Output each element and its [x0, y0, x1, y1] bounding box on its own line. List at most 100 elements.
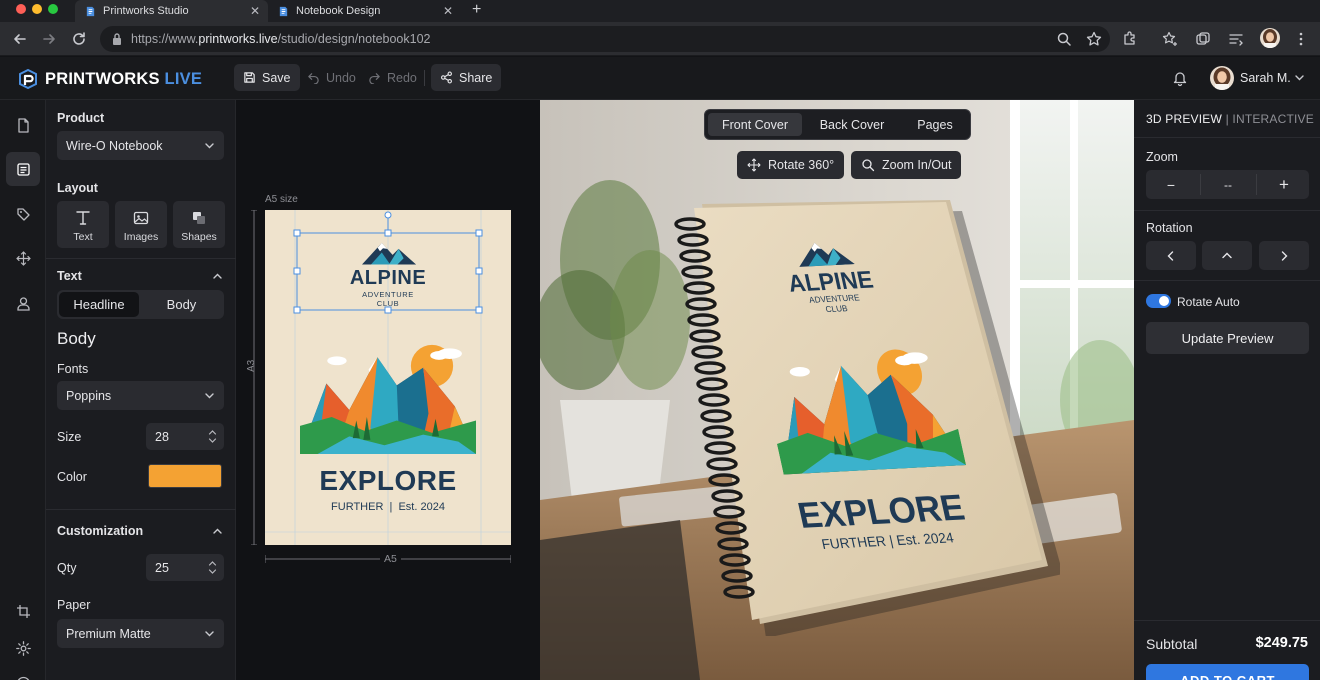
stepper-arrows-icon[interactable]: [208, 427, 217, 446]
rail-tags[interactable]: [12, 203, 34, 225]
star-icon[interactable]: [1085, 30, 1103, 48]
text-style-segmented-control: Headline Body: [57, 290, 224, 319]
preview-stage[interactable]: ALPINE ADVENTURE CLUB EXPLORE FURTHER | …: [540, 100, 1134, 680]
panel-divider: [1134, 280, 1320, 281]
zoom-in-out-button[interactable]: Zoom In/Out: [851, 151, 962, 179]
close-tab-icon[interactable]: ✕: [250, 4, 260, 18]
shapes-tool-button[interactable]: Shapes: [173, 201, 225, 248]
reading-list-icon[interactable]: [1227, 30, 1245, 48]
user-name[interactable]: Sarah M.: [1240, 71, 1291, 85]
add-to-cart-button[interactable]: ADD TO CART: [1146, 664, 1309, 680]
chevron-up-icon[interactable]: [212, 526, 223, 537]
browser-tab-printworks[interactable]: Printworks Studio ✕: [75, 0, 268, 22]
shapes-tool-label: Shapes: [181, 231, 217, 243]
section-divider: [46, 509, 236, 510]
browser-tab-notebook[interactable]: Notebook Design ✕: [268, 0, 461, 22]
fonts-label: Fonts: [57, 362, 89, 376]
rail-user[interactable]: [12, 292, 34, 314]
rotate-auto-toggle[interactable]: [1146, 294, 1171, 308]
rail-crop[interactable]: [12, 600, 34, 622]
shapes-icon: [193, 212, 205, 224]
text-tool-button[interactable]: Text: [57, 201, 109, 248]
color-swatch[interactable]: [148, 464, 222, 488]
maximize-window-button[interactable]: [48, 4, 58, 14]
selection-box[interactable]: [265, 210, 511, 545]
printworks-favicon-icon: [279, 6, 288, 16]
canvas-size-caption: A5 size: [265, 194, 298, 205]
search-icon[interactable]: [1055, 30, 1073, 48]
redo-icon: [369, 73, 380, 84]
update-preview-button[interactable]: Update Preview: [1146, 322, 1309, 354]
product-value: Wire-O Notebook: [66, 138, 163, 153]
panel-divider: [1134, 620, 1320, 621]
product-select[interactable]: Wire-O Notebook: [57, 131, 224, 160]
minimize-window-button[interactable]: [32, 4, 42, 14]
segment-body[interactable]: Body: [141, 292, 222, 317]
close-tab-icon[interactable]: ✕: [443, 4, 453, 18]
undo-label: Undo: [326, 70, 356, 85]
text-style-heading: Body: [57, 329, 96, 348]
rotate-right-button[interactable]: [1259, 241, 1309, 270]
back-arrow-icon[interactable]: [11, 30, 29, 48]
text-section-label: Text: [57, 269, 82, 283]
app-header: PRINTWORKS LIVE Save Undo Redo Share Sar…: [0, 57, 1320, 100]
chevron-up-icon[interactable]: [212, 271, 223, 282]
chevron-down-icon: [205, 631, 214, 637]
preview-panel-title: 3D PREVIEW | INTERACTIVE: [1146, 112, 1314, 126]
browser-profile-avatar[interactable]: [1260, 28, 1280, 48]
printworks-logo-icon: [19, 68, 37, 90]
rail-move[interactable]: [12, 247, 34, 269]
rotate-360-button[interactable]: Rotate 360°: [737, 151, 845, 179]
tab-pages[interactable]: Pages: [902, 113, 968, 136]
customization-label: Customization: [57, 524, 144, 538]
segment-headline[interactable]: Headline: [59, 292, 139, 317]
help-icon: [17, 676, 29, 680]
reload-icon[interactable]: [70, 30, 88, 48]
rail-documents[interactable]: [12, 114, 34, 136]
undo-button[interactable]: Undo: [298, 64, 365, 91]
zoom-out-button[interactable]: −: [1146, 170, 1196, 199]
images-tool-button[interactable]: Images: [115, 201, 167, 248]
redo-button[interactable]: Redo: [359, 64, 426, 91]
rail-layout[interactable]: [6, 152, 40, 186]
chevron-up-icon: [1222, 252, 1232, 258]
subtotal-label: Subtotal: [1146, 636, 1198, 652]
qty-stepper[interactable]: 25: [146, 554, 224, 581]
forward-arrow-icon[interactable]: [40, 30, 58, 48]
notification-bell-icon[interactable]: [1171, 69, 1189, 87]
paper-select[interactable]: Premium Matte: [57, 619, 224, 648]
tab-title: Printworks Studio: [103, 5, 189, 17]
zoom-control: − -- +: [1146, 170, 1309, 199]
new-tab-icon[interactable]: +: [472, 0, 481, 22]
rotate-left-button[interactable]: [1146, 241, 1196, 270]
address-bar[interactable]: https://www.printworks.live/studio/desig…: [100, 26, 1110, 52]
svg-text:CLUB: CLUB: [825, 303, 849, 314]
height-dimension-line: [251, 210, 257, 545]
rotate-up-button[interactable]: [1202, 241, 1252, 270]
font-select[interactable]: Poppins: [57, 381, 224, 410]
chevron-down-icon[interactable]: [1294, 72, 1305, 83]
tab-groups-icon[interactable]: [1194, 30, 1212, 48]
share-button[interactable]: Share: [431, 64, 502, 91]
close-window-button[interactable]: [16, 4, 26, 14]
size-stepper[interactable]: 28: [146, 423, 224, 450]
save-button[interactable]: Save: [234, 64, 300, 91]
notebook-cover-artboard[interactable]: ALPINE ADVENTURE CLUB EXPLORE FURTHER | …: [265, 210, 511, 545]
tab-front-cover[interactable]: Front Cover: [708, 113, 802, 136]
rail-settings[interactable]: [12, 637, 34, 659]
share-label: Share: [459, 70, 493, 85]
design-canvas[interactable]: A5 size A3 ALPINE ADVENTURE CLUB EXPLORE…: [236, 100, 540, 680]
magnifier-icon: [862, 159, 875, 172]
undo-icon: [308, 73, 319, 84]
rail-help[interactable]: [12, 672, 34, 680]
kebab-menu-icon[interactable]: [1292, 30, 1310, 48]
bookmarks-icon[interactable]: [1161, 30, 1179, 48]
zoom-label: Zoom: [1146, 150, 1178, 164]
stepper-arrows-icon[interactable]: [208, 558, 217, 577]
move-arrows-icon: [15, 250, 31, 266]
user-avatar[interactable]: [1210, 66, 1234, 90]
printworks-favicon-icon: [86, 6, 95, 16]
extensions-puzzle-icon[interactable]: [1121, 30, 1139, 48]
tab-back-cover[interactable]: Back Cover: [804, 113, 900, 136]
zoom-in-button[interactable]: +: [1259, 170, 1309, 199]
